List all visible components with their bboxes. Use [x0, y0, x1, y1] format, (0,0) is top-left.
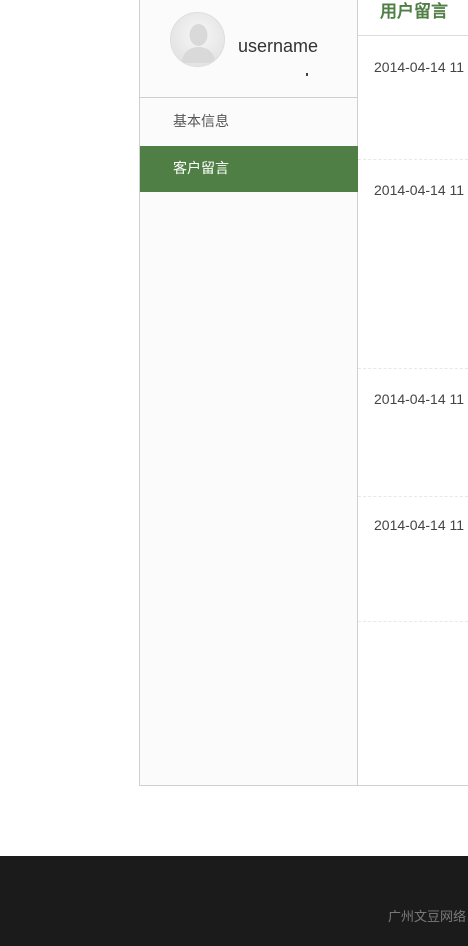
page-title: 用户留言: [380, 2, 448, 22]
message-date: 2014-04-14 11: [374, 59, 465, 75]
page: username 基本信息 客户留言 用户留言 2014-04-14 11 20…: [0, 0, 468, 946]
user-silhouette-icon: [171, 13, 224, 66]
sidebar-item-customer-messages[interactable]: 客户留言: [140, 146, 358, 192]
message-item: 2014-04-14 11: [358, 160, 468, 369]
sidebar: username 基本信息 客户留言: [139, 0, 358, 786]
message-date: 2014-04-14 11: [374, 391, 465, 407]
message-date: 2014-04-14 11: [374, 182, 465, 198]
user-profile: username: [140, 0, 357, 98]
avatar[interactable]: [170, 12, 225, 67]
footer: 广州文豆网络: [0, 856, 468, 946]
footer-company-name: 广州文豆网络: [388, 910, 467, 925]
cursor-mark: [306, 73, 308, 76]
message-item: 2014-04-14 11: [358, 497, 468, 622]
message-item: 2014-04-14 11: [358, 37, 468, 160]
main-header: 用户留言: [358, 0, 468, 36]
message-item: 2014-04-14 11: [358, 369, 468, 497]
username: username: [238, 36, 319, 56]
message-date: 2014-04-14 11: [374, 517, 465, 533]
main-content: 用户留言 2014-04-14 11 2014-04-14 11 2014-04…: [358, 0, 468, 786]
sidebar-item-basic-info[interactable]: 基本信息: [140, 99, 358, 145]
